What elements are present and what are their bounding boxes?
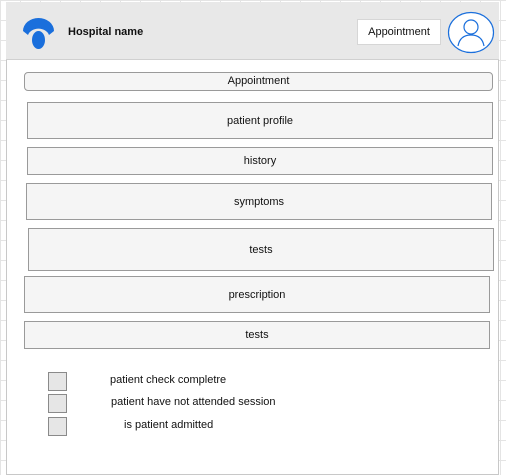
patient-check-complete-checkbox[interactable] <box>48 372 67 391</box>
patient-admitted-checkbox[interactable] <box>48 417 67 436</box>
hospital-name: Hospital name <box>68 26 144 38</box>
tests-button-2[interactable]: tests <box>24 321 490 349</box>
appointment-section-title: Appointment <box>24 72 493 91</box>
tests-button[interactable]: tests <box>28 228 494 271</box>
symptoms-button[interactable]: symptoms <box>26 183 492 220</box>
history-button[interactable]: history <box>27 147 493 175</box>
app-header: Hospital name Appointment <box>6 2 499 60</box>
patient-profile-button[interactable]: patient profile <box>27 102 493 139</box>
user-avatar-icon[interactable] <box>447 11 495 54</box>
appointment-button[interactable]: Appointment <box>357 19 441 45</box>
patient-not-attended-label: patient have not attended session <box>111 396 276 408</box>
prescription-button[interactable]: prescription <box>24 276 490 313</box>
patient-not-attended-checkbox[interactable] <box>48 394 67 413</box>
hospital-logo-icon <box>23 18 54 49</box>
patient-check-complete-label: patient check completre <box>110 374 227 386</box>
patient-admitted-label: is patient admitted <box>124 419 214 431</box>
